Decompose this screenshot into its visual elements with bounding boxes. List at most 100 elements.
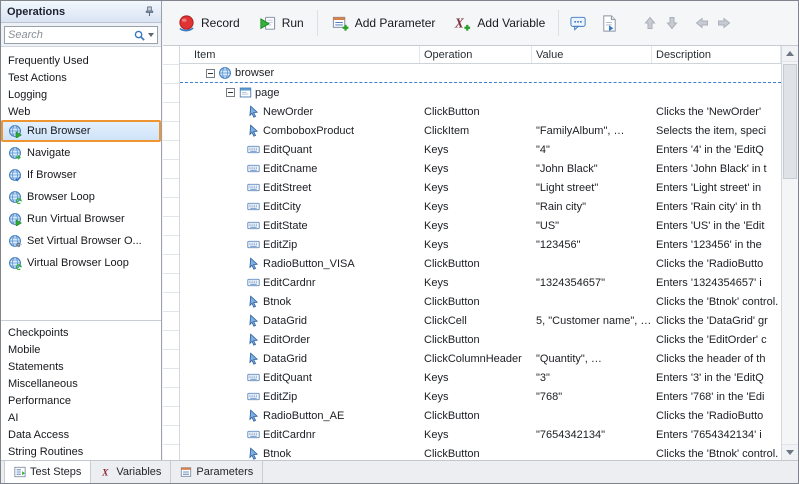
operation-item-label: Mobile bbox=[8, 344, 40, 356]
scroll-up-icon bbox=[786, 51, 794, 56]
add-parameter-icon bbox=[331, 14, 350, 33]
operation-item-browser-loop[interactable]: Browser Loop bbox=[1, 186, 161, 208]
run-virtual-browser-icon bbox=[8, 212, 22, 226]
click-action-icon bbox=[246, 124, 260, 138]
operation-item-run-virtual-browser[interactable]: Run Virtual Browser bbox=[1, 208, 161, 230]
step-operation: Keys bbox=[420, 160, 532, 178]
operation-item-label: Performance bbox=[8, 395, 71, 407]
operation-item-logging[interactable]: Logging bbox=[1, 86, 161, 103]
tab-test-steps[interactable]: Test Steps bbox=[4, 461, 91, 483]
operation-item-frequently-used[interactable]: Frequently Used bbox=[1, 52, 161, 69]
search-input[interactable] bbox=[8, 29, 131, 41]
if-browser-icon bbox=[8, 168, 22, 182]
operations-panel-header: Operations bbox=[1, 1, 161, 23]
step-item-name: Btnok bbox=[263, 293, 291, 311]
operation-item-statements[interactable]: Statements bbox=[1, 358, 161, 375]
collapse-toggle-icon[interactable] bbox=[226, 88, 235, 97]
operation-item-test-actions[interactable]: Test Actions bbox=[1, 69, 161, 86]
operation-item-label: Test Actions bbox=[8, 72, 67, 84]
tree-row-browser[interactable]: browser bbox=[180, 64, 781, 83]
test-step-row[interactable]: RadioButton_AEClickButtonClicks the 'Rad… bbox=[180, 406, 781, 425]
test-step-row[interactable]: EditStreetKeys"Light street"Enters 'Ligh… bbox=[180, 178, 781, 197]
step-operation: ClickButton bbox=[420, 445, 532, 461]
run-button[interactable]: Run bbox=[250, 8, 312, 38]
operation-item-label: Navigate bbox=[27, 147, 70, 159]
move-down-icon[interactable] bbox=[664, 15, 680, 31]
operation-item-data-access[interactable]: Data Access bbox=[1, 426, 161, 443]
test-step-row[interactable]: EditZipKeys"768"Enters '768' in the 'Edi bbox=[180, 387, 781, 406]
add-variable-button[interactable]: X Add Variable bbox=[445, 8, 553, 38]
collapse-toggle-icon[interactable] bbox=[206, 69, 215, 78]
operation-item-navigate[interactable]: Navigate bbox=[1, 142, 161, 164]
step-operation: ClickButton bbox=[420, 331, 532, 349]
keys-action-icon bbox=[246, 428, 260, 442]
column-header-value[interactable]: Value bbox=[532, 46, 652, 63]
vertical-scrollbar[interactable] bbox=[781, 46, 798, 460]
add-comment-button[interactable] bbox=[564, 8, 593, 38]
step-item-name: EditState bbox=[263, 217, 308, 235]
record-button[interactable]: Record bbox=[169, 8, 248, 38]
operation-item-web[interactable]: Web bbox=[1, 103, 161, 120]
test-step-row[interactable]: RadioButton_VISAClickButtonClicks the 'R… bbox=[180, 254, 781, 273]
step-value: 5, "Customer name", … bbox=[532, 312, 652, 330]
column-header-item[interactable]: Item bbox=[180, 46, 420, 63]
operation-item-performance[interactable]: Performance bbox=[1, 392, 161, 409]
tab-parameters[interactable]: Parameters bbox=[171, 461, 263, 483]
test-step-row[interactable]: EditCnameKeys"John Black"Enters 'John Bl… bbox=[180, 159, 781, 178]
test-step-row[interactable]: EditCityKeys"Rain city"Enters 'Rain city… bbox=[180, 197, 781, 216]
test-step-row[interactable]: NewOrderClickButtonClicks the 'NewOrder' bbox=[180, 102, 781, 121]
step-description: Clicks the 'NewOrder' bbox=[652, 103, 781, 121]
move-right-icon[interactable] bbox=[716, 15, 732, 31]
operation-item-string-routines[interactable]: String Routines bbox=[1, 443, 161, 460]
tree-row-page[interactable]: page bbox=[180, 83, 781, 102]
operations-list: Frequently Used Test Actions Logging Web Run… bbox=[1, 47, 161, 460]
test-step-row[interactable]: DataGridClickCell5, "Customer name", …Cl… bbox=[180, 311, 781, 330]
operation-item-label: Virtual Browser Loop bbox=[27, 257, 129, 269]
scrollbar-thumb[interactable] bbox=[783, 64, 797, 179]
record-label: Record bbox=[201, 16, 240, 30]
svg-text:X: X bbox=[454, 15, 465, 30]
operation-item-miscellaneous[interactable]: Miscellaneous bbox=[1, 375, 161, 392]
tree-node-label: browser bbox=[235, 64, 274, 82]
test-step-row[interactable]: EditCardnrKeys"1324354657"Enters '132435… bbox=[180, 273, 781, 292]
keys-action-icon bbox=[246, 181, 260, 195]
test-step-row[interactable]: EditQuantKeys"4"Enters '4' in the 'EditQ bbox=[180, 140, 781, 159]
operation-item-checkpoints[interactable]: Checkpoints bbox=[1, 324, 161, 341]
search-icon[interactable] bbox=[133, 29, 146, 42]
operation-item-set-virtual-browser-o[interactable]: Set Virtual Browser O... bbox=[1, 230, 161, 252]
test-step-row[interactable]: DataGridClickColumnHeader"Quantity", …Cl… bbox=[180, 349, 781, 368]
test-step-row[interactable]: EditZipKeys"123456"Enters '123456' in th… bbox=[180, 235, 781, 254]
move-left-icon[interactable] bbox=[694, 15, 710, 31]
operation-item-ai[interactable]: AI bbox=[1, 409, 161, 426]
search-options-caret-icon[interactable] bbox=[148, 33, 154, 37]
operation-item-virtual-browser-loop[interactable]: Virtual Browser Loop bbox=[1, 252, 161, 274]
operation-item-label: Web bbox=[8, 106, 30, 118]
test-step-row[interactable]: EditQuantKeys"3"Enters '3' in the 'EditQ bbox=[180, 368, 781, 387]
operation-item-label: Set Virtual Browser O... bbox=[27, 235, 142, 247]
test-step-row[interactable]: EditStateKeys"US"Enters 'US' in the 'Edi… bbox=[180, 216, 781, 235]
move-up-icon[interactable] bbox=[642, 15, 658, 31]
scroll-down-button[interactable] bbox=[782, 444, 798, 460]
operation-item-mobile[interactable]: Mobile bbox=[1, 341, 161, 358]
step-value: "768" bbox=[532, 388, 652, 406]
test-step-row[interactable]: BtnokClickButtonClicks the 'Btnok' contr… bbox=[180, 292, 781, 311]
tab-label: Test Steps bbox=[30, 466, 81, 478]
add-parameter-button[interactable]: Add Parameter bbox=[323, 8, 444, 38]
test-step-row[interactable]: BtnokClickButtonClicks the 'Btnok' contr… bbox=[180, 444, 781, 460]
step-operation: ClickColumnHeader bbox=[420, 350, 532, 368]
column-header-description[interactable]: Description bbox=[652, 46, 781, 63]
add-description-button[interactable] bbox=[595, 8, 624, 38]
step-operation: Keys bbox=[420, 179, 532, 197]
step-description: Clicks the 'Btnok' control. bbox=[652, 293, 781, 311]
step-description: Clicks the 'DataGrid' gr bbox=[652, 312, 781, 330]
test-step-row[interactable]: EditCardnrKeys"7654342134"Enters '765434… bbox=[180, 425, 781, 444]
add-parameter-label: Add Parameter bbox=[355, 16, 436, 30]
pin-icon[interactable] bbox=[144, 6, 155, 17]
tab-variables[interactable]: X Variables bbox=[91, 461, 171, 483]
operation-item-run-browser[interactable]: Run Browser bbox=[1, 120, 161, 142]
column-header-operation[interactable]: Operation bbox=[420, 46, 532, 63]
test-step-row[interactable]: EditOrderClickButtonClicks the 'EditOrde… bbox=[180, 330, 781, 349]
operation-item-if-browser[interactable]: If Browser bbox=[1, 164, 161, 186]
test-step-row[interactable]: ComboboxProductClickItem"FamilyAlbum", …… bbox=[180, 121, 781, 140]
scroll-up-button[interactable] bbox=[782, 46, 798, 62]
